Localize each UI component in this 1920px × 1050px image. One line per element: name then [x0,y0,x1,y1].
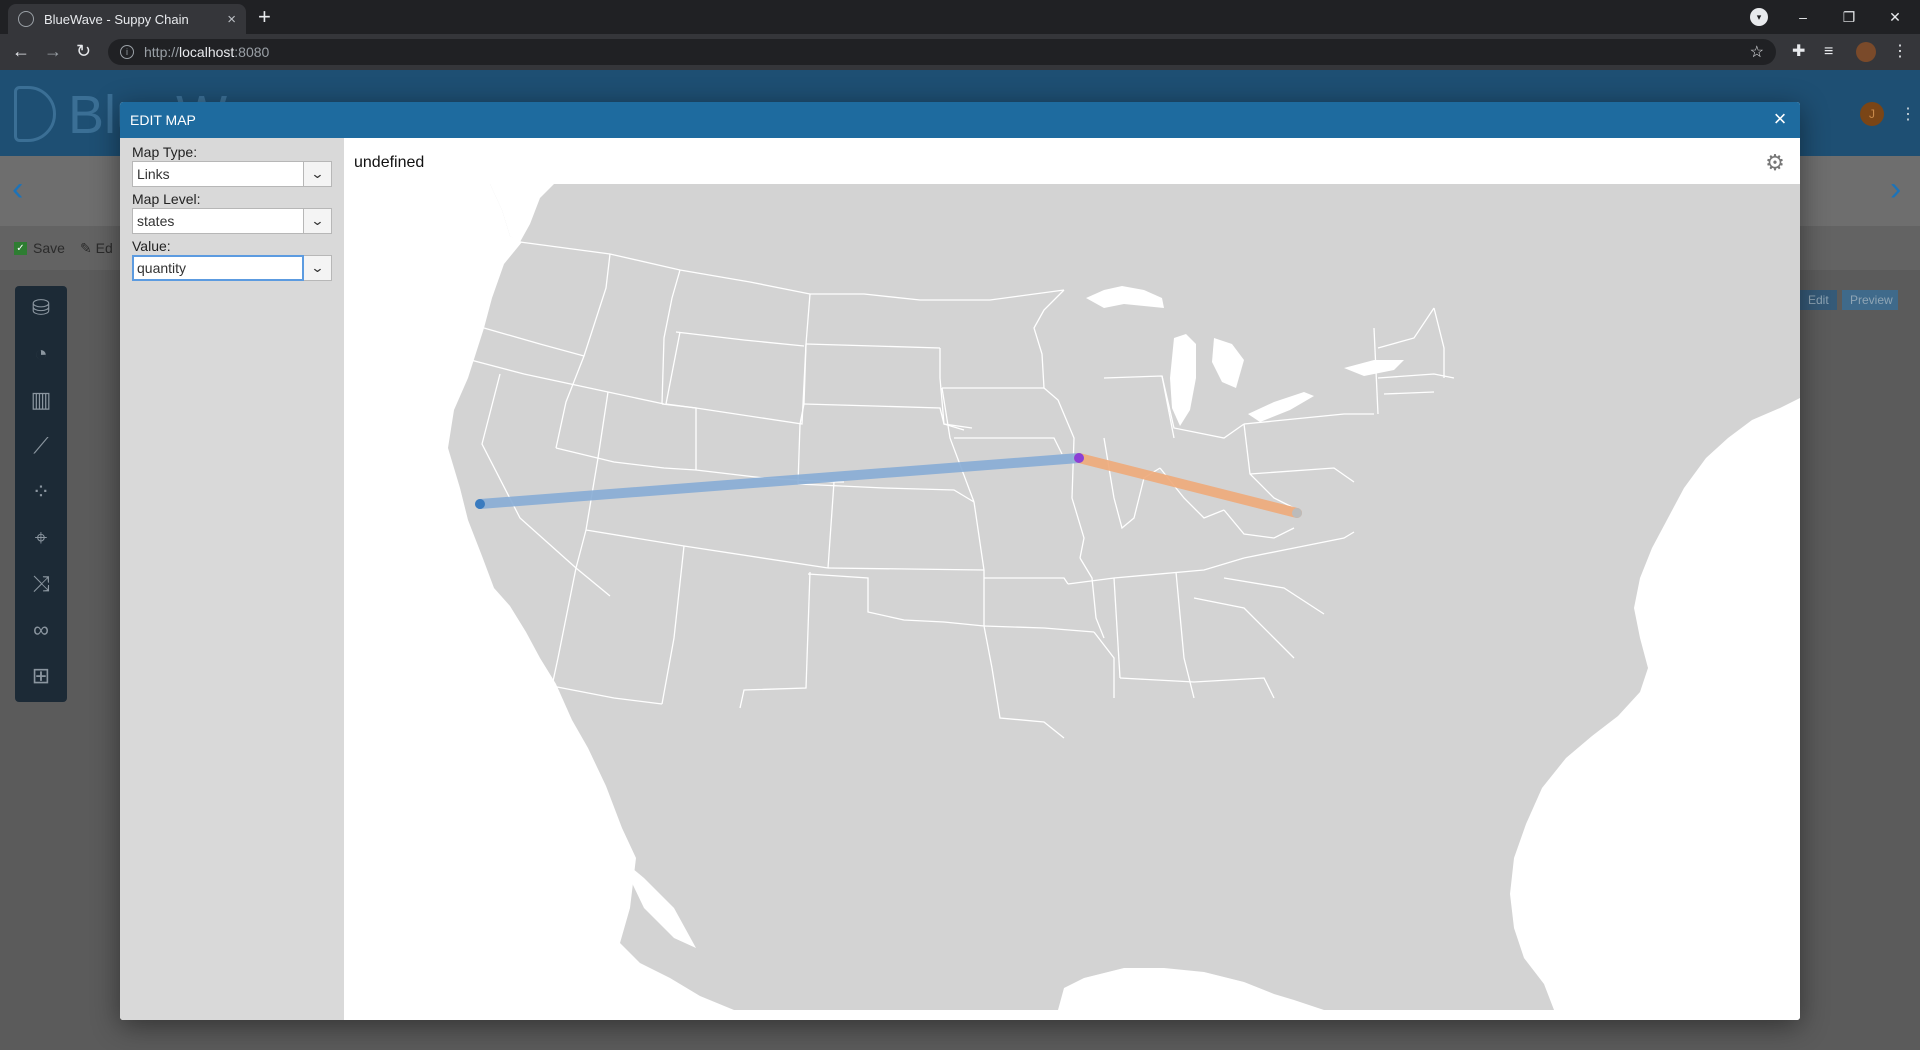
map-canvas[interactable]: undefined ⚙ [344,138,1800,1020]
prev-arrow-icon[interactable]: ‹ [12,170,23,209]
tab-search-icon[interactable]: ▾ [1750,8,1768,26]
link-icon[interactable]: ∞ [27,616,55,644]
tab-favicon-icon [18,11,34,27]
us-states-map[interactable] [344,138,1800,1020]
tab-close-icon[interactable]: × [227,11,236,28]
map-level-label: Map Level: [132,191,201,207]
edit-label: Ed [95,240,113,256]
map-type-value[interactable]: Links [132,161,304,187]
app-menu-icon[interactable]: ⋮ [1900,104,1916,124]
user-avatar[interactable]: J [1860,102,1884,126]
value-label: Value: [132,238,171,254]
value-dropdown-button[interactable]: ⌄ [304,255,332,281]
dialog-header: EDIT MAP × [120,102,1800,138]
map-title: undefined [354,154,425,171]
forward-arrow-icon[interactable]: → [44,41,62,61]
database-icon[interactable]: ⛁ [27,294,55,322]
dialog-body: Map Type: Links ⌄ Map Level: states ⌄ Va… [120,138,1800,1020]
browser-profile-avatar[interactable] [1856,42,1876,62]
map-level-value[interactable]: states [132,208,304,234]
dialog-title: EDIT MAP [130,112,196,128]
map-type-select[interactable]: Links ⌄ [132,161,332,187]
gear-icon[interactable]: ⚙ [1764,152,1786,174]
map-type-dropdown-button[interactable]: ⌄ [304,161,332,187]
site-info-icon[interactable]: i [120,45,134,59]
map-level-select[interactable]: states ⌄ [132,208,332,234]
map-settings-panel: Map Type: Links ⌄ Map Level: states ⌄ Va… [120,138,344,1020]
save-button[interactable]: ✓ Save [14,240,65,256]
bookmark-star-icon[interactable]: ☆ [1750,42,1764,62]
url-host: localhost [179,44,235,60]
grid-icon[interactable]: ⊞ [27,662,55,690]
mode-preview-toggle[interactable]: Preview [1842,290,1898,310]
browser-tabbar: BlueWave - Suppy Chain × + ▾ – ❐ ✕ [0,0,1920,34]
value-select[interactable]: quantity ⌄ [132,255,332,281]
scatter-chart-icon[interactable]: ⁘ [27,478,55,506]
extensions-icon[interactable]: ✚ [1792,43,1805,61]
map-type-label: Map Type: [132,144,198,160]
back-arrow-icon[interactable]: ← [12,41,30,61]
save-label: Save [33,240,65,256]
minimize-button[interactable]: – [1780,0,1826,34]
bar-chart-icon[interactable]: ▥ [27,386,55,414]
value-value[interactable]: quantity [132,255,304,281]
map-node-virginia[interactable] [1292,508,1302,518]
new-tab-button[interactable]: + [258,6,271,28]
bluewave-logo-icon [14,86,56,142]
browser-tab[interactable]: BlueWave - Suppy Chain × [8,4,246,34]
reload-icon[interactable]: ↻ [76,41,91,61]
chevron-down-icon: ⌄ [310,260,325,275]
pie-chart-icon[interactable]: ◔ [27,340,55,368]
url-port: :8080 [234,44,270,60]
mode-edit-toggle[interactable]: Edit [1800,290,1837,310]
url-prefix: http:// [144,44,180,60]
edit-button[interactable]: ✎ Ed [80,240,113,257]
shuffle-icon[interactable]: ⤨ [27,570,55,598]
tab-title: BlueWave - Suppy Chain [44,11,189,27]
chevron-down-icon: ⌄ [310,213,325,228]
close-icon[interactable]: × [1770,108,1790,130]
check-icon: ✓ [14,241,27,255]
tool-sidebar: ⛁ ◔ ▥ ⟋ ⁘ ⌖ ⤨ ∞ ⊞ [15,286,67,702]
restore-button[interactable]: ❐ [1826,0,1872,34]
media-control-icon[interactable]: ≡ [1824,43,1833,61]
line-chart-icon[interactable]: ⟋ [27,432,55,460]
browser-menu-icon[interactable]: ⋮ [1892,43,1908,61]
edit-map-dialog: EDIT MAP × Map Type: Links ⌄ Map Level: … [120,102,1800,1020]
close-window-button[interactable]: ✕ [1872,0,1918,34]
map-node-illinois[interactable] [1074,453,1084,463]
next-arrow-icon[interactable]: › [1890,170,1901,209]
address-bar[interactable]: i http://localhost:8080 ☆ [108,39,1776,65]
map-node-california[interactable] [475,499,485,509]
chevron-down-icon: ⌄ [310,166,325,181]
browser-toolbar: ← → ↻ i http://localhost:8080 ☆ ✚ ≡ ⋮ [0,34,1920,70]
map-icon[interactable]: ⌖ [27,524,55,552]
map-level-dropdown-button[interactable]: ⌄ [304,208,332,234]
